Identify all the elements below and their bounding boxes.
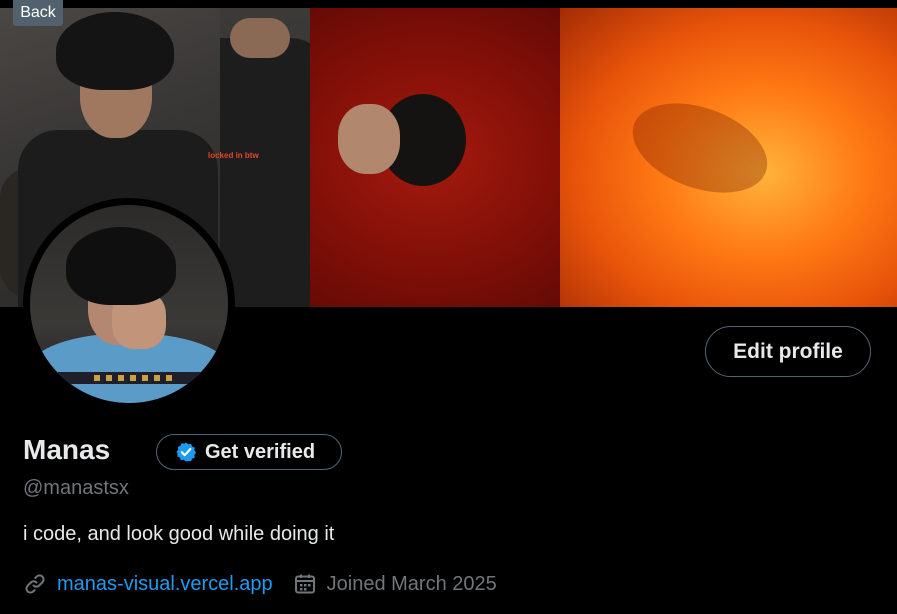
get-verified-label: Get verified	[205, 440, 316, 463]
profile-meta: manas-visual.vercel.app Joined March 202…	[23, 570, 497, 598]
profile-bio: i code, and look good while doing it	[23, 523, 335, 545]
joined-date: Joined March 2025	[326, 572, 497, 595]
avatar-shape	[94, 375, 178, 381]
verified-badge-icon	[176, 442, 197, 462]
banner-shape	[230, 18, 290, 58]
get-verified-button[interactable]: Get verified	[156, 434, 342, 470]
link-icon	[25, 574, 45, 594]
banner-shape	[56, 12, 174, 90]
banner-photo-4	[560, 8, 897, 307]
profile-website-link[interactable]: manas-visual.vercel.app	[57, 573, 273, 596]
avatar-shape	[66, 227, 176, 305]
banner-shape	[338, 104, 400, 174]
profile-handle: @manastsx	[23, 477, 129, 499]
avatar-photo	[30, 205, 228, 403]
avatar[interactable]	[23, 198, 235, 410]
edit-profile-button[interactable]: Edit profile	[705, 326, 871, 377]
banner-caption: locked in btw	[208, 151, 259, 160]
banner-shape	[620, 86, 780, 210]
back-button[interactable]: Back	[13, 0, 63, 26]
calendar-icon	[294, 574, 315, 594]
top-strip	[0, 0, 897, 8]
profile-name: Manas	[23, 434, 111, 465]
